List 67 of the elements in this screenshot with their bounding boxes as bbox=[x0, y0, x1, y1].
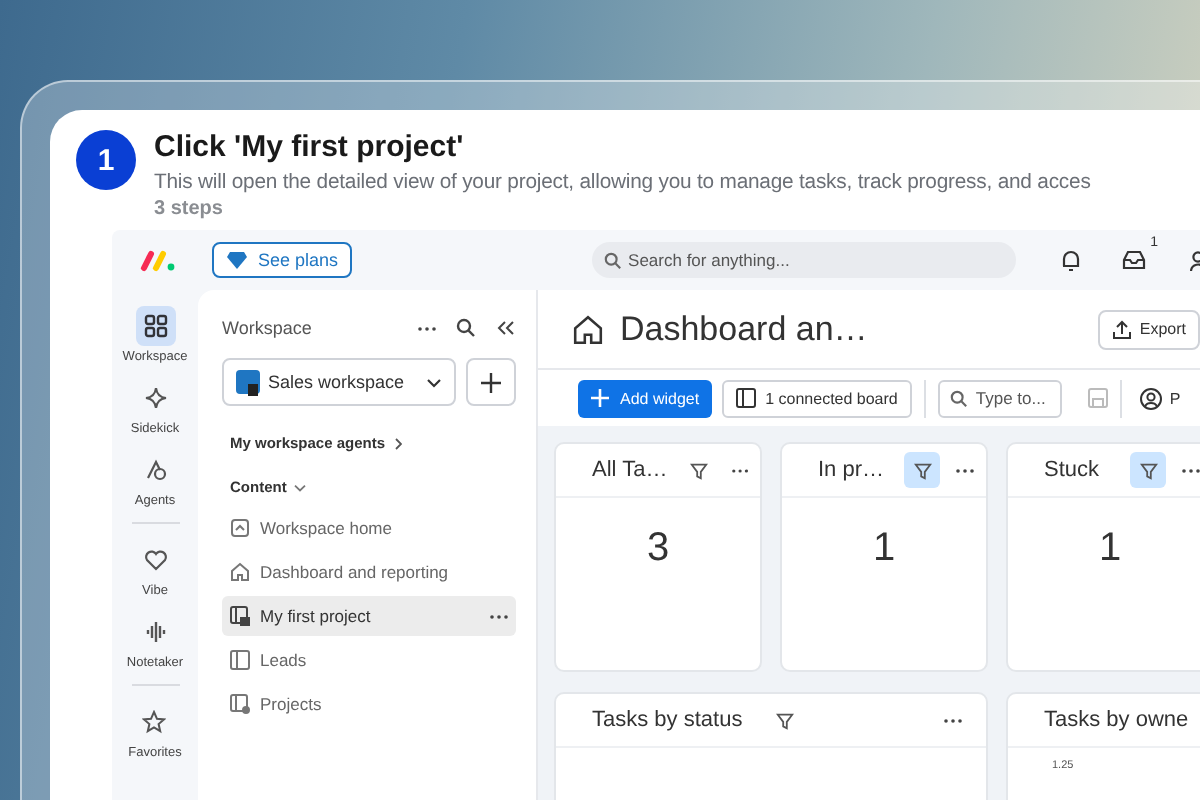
home-icon bbox=[230, 518, 250, 538]
workspace-dropdown[interactable]: Sales workspace bbox=[222, 358, 457, 406]
connected-board-button[interactable]: 1 connected board bbox=[721, 379, 912, 417]
plus-icon bbox=[590, 388, 610, 408]
widget-title: Tasks by owne bbox=[1044, 708, 1189, 732]
dashboard-title: Dashboard an… bbox=[620, 309, 870, 349]
more-options-icon[interactable] bbox=[490, 613, 508, 619]
waveform-icon bbox=[143, 620, 167, 644]
board-icon bbox=[735, 388, 756, 408]
filter-icon bbox=[775, 711, 794, 729]
more-options-icon[interactable] bbox=[944, 717, 962, 723]
board-list-item[interactable]: Dashboard and reporting bbox=[222, 552, 516, 592]
add-widget-button[interactable]: Add widget bbox=[578, 379, 712, 417]
filter-button[interactable] bbox=[904, 452, 940, 488]
house-icon bbox=[572, 313, 604, 345]
widget-value: 1 bbox=[1096, 526, 1124, 572]
filter-icon bbox=[913, 461, 931, 479]
chevron-down-icon bbox=[426, 377, 443, 387]
chevron-down-icon bbox=[294, 483, 307, 491]
board-list-item[interactable]: Leads bbox=[222, 640, 516, 680]
person-icon bbox=[1139, 387, 1162, 409]
sparkle-icon bbox=[143, 386, 167, 410]
widget-title: Stuck bbox=[1044, 458, 1102, 482]
workspace-avatar-icon bbox=[236, 369, 260, 395]
widget-value: 1 bbox=[870, 526, 898, 572]
heart-icon bbox=[143, 548, 167, 572]
board-lock-icon bbox=[230, 606, 250, 626]
step-count: 3 steps bbox=[154, 198, 225, 222]
export-button[interactable]: Export bbox=[1097, 309, 1200, 349]
search-field[interactable]: Search for anything... bbox=[592, 242, 1017, 278]
brand-logo bbox=[140, 249, 176, 271]
widget-value: 3 bbox=[644, 526, 672, 572]
agent-icon bbox=[143, 458, 167, 482]
search-icon[interactable] bbox=[456, 318, 476, 338]
chevron-right-icon bbox=[393, 437, 402, 449]
diamond-icon bbox=[226, 250, 248, 270]
panel-title: Workspace bbox=[222, 318, 314, 338]
filter-icon bbox=[1139, 461, 1157, 479]
plus-icon bbox=[480, 371, 503, 393]
board-list-item[interactable]: Workspace home bbox=[222, 508, 516, 548]
more-options-icon[interactable] bbox=[418, 325, 436, 331]
notification-bell-icon[interactable] bbox=[1060, 248, 1083, 272]
step-title: Click 'My first project' bbox=[154, 130, 466, 166]
collapse-icon[interactable] bbox=[496, 320, 516, 336]
widget-title: Tasks by status bbox=[592, 708, 743, 732]
step-description: This will open the detailed view of your project, allowing you to manage tasks, track progress, and acces bbox=[154, 170, 1091, 198]
board-share-icon bbox=[230, 694, 250, 714]
filter-search-field[interactable]: Type to... bbox=[937, 379, 1062, 417]
star-icon bbox=[142, 710, 167, 734]
board-list-item[interactable]: Projects bbox=[222, 684, 516, 724]
house-icon bbox=[230, 562, 250, 582]
more-options-icon[interactable] bbox=[731, 467, 748, 473]
person-filter-button[interactable]: P bbox=[1139, 387, 1181, 409]
add-button[interactable] bbox=[466, 358, 516, 406]
inbox-icon[interactable] bbox=[1122, 250, 1147, 270]
grid-icon bbox=[143, 314, 167, 338]
widget-title: In pr… bbox=[818, 458, 887, 482]
more-options-icon[interactable] bbox=[1182, 467, 1200, 473]
more-options-icon[interactable] bbox=[956, 467, 974, 473]
board-icon bbox=[230, 650, 250, 670]
see-plans-button[interactable]: See plans bbox=[212, 242, 353, 278]
filter-button[interactable] bbox=[1130, 452, 1166, 488]
upload-icon bbox=[1111, 319, 1132, 339]
widget-title: All Ta… bbox=[592, 458, 668, 482]
filter-icon bbox=[690, 461, 709, 479]
board-list-item[interactable]: My first project bbox=[222, 596, 516, 636]
step-number: 1 bbox=[76, 130, 136, 190]
